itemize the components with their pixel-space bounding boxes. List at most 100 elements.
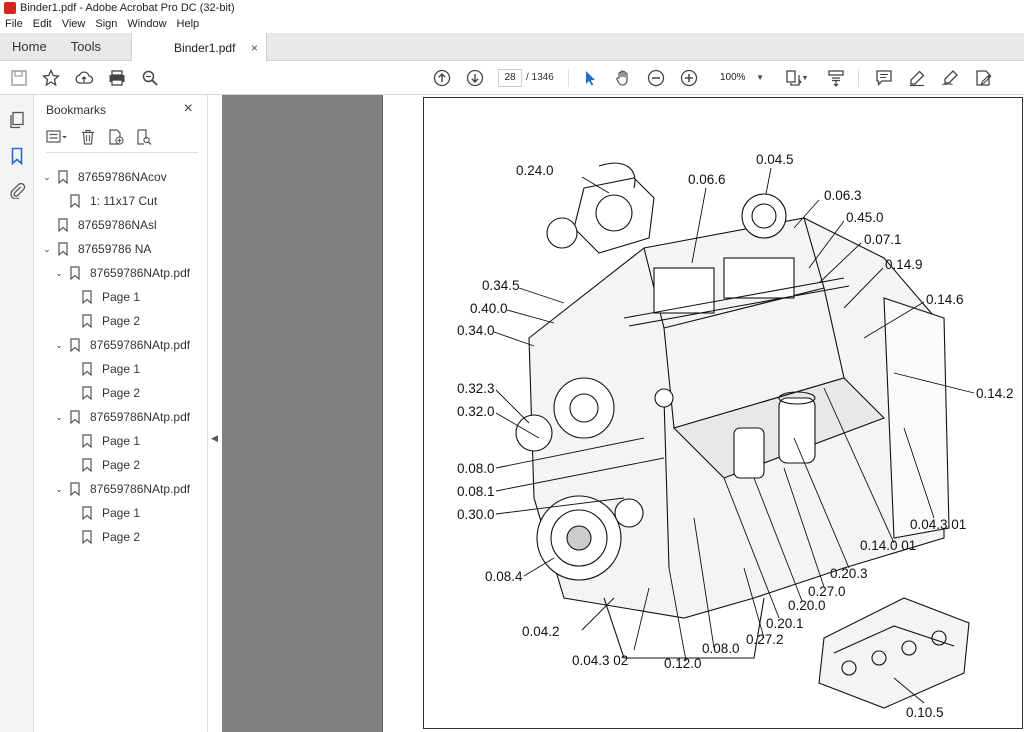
callout-label: 0.14.9 — [885, 257, 923, 272]
zoom-level-value: 100% — [720, 72, 746, 83]
zoom-level-select[interactable]: 100% ▼ — [712, 69, 768, 87]
bookmark-item[interactable]: Page 2 — [82, 455, 140, 475]
bookmark-label: Page 1 — [102, 290, 141, 304]
fill-sign-icon[interactable] — [973, 68, 993, 88]
bookmark-label: 1: 11x17 Cut — [90, 194, 158, 208]
callout-label: 0.04.2 — [522, 624, 560, 639]
find-zoom-icon[interactable] — [140, 68, 160, 88]
callout-label: 0.24.0 — [516, 163, 554, 178]
tab-document[interactable]: Binder1.pdf × — [131, 33, 268, 62]
toolbar-divider — [858, 69, 859, 87]
bookmark-item[interactable]: Page 2 — [82, 311, 140, 331]
menu-view[interactable]: View — [57, 16, 91, 33]
hand-tool-icon[interactable] — [613, 68, 633, 88]
callout-label: 0.10.5 — [906, 705, 944, 720]
bookmark-label: Page 1 — [102, 506, 141, 520]
bookmark-item[interactable]: Page 1 — [82, 287, 140, 307]
bookmark-icon — [58, 170, 68, 184]
bookmarks-icon[interactable] — [8, 147, 26, 166]
title-bar: Binder1.pdf - Adobe Acrobat Pro DC (32-b… — [0, 0, 1024, 16]
select-cursor-icon[interactable] — [580, 68, 600, 88]
delete-bookmark-icon[interactable] — [80, 129, 96, 150]
menu-bar: File Edit View Sign Window Help — [0, 16, 1024, 33]
bookmark-item[interactable]: Page 1 — [82, 503, 140, 523]
tab-close-icon[interactable]: × — [251, 41, 258, 55]
bookmark-item[interactable]: Page 2 — [82, 527, 140, 547]
cloud-upload-icon[interactable] — [74, 68, 94, 88]
callout-label: 0.30.0 — [457, 507, 495, 522]
bookmark-item[interactable]: 1: 11x17 Cut — [70, 191, 157, 211]
menu-help[interactable]: Help — [172, 16, 205, 33]
panel-collapse-strip[interactable]: ◀ — [208, 95, 222, 732]
callout-label: 0.32.0 — [457, 404, 495, 419]
bookmark-item[interactable]: ⌄ 87659786NAcov — [42, 167, 167, 187]
bookmark-label: 87659786NAsl — [78, 218, 157, 232]
pdf-page[interactable]: 0.24.0 0.06.6 0.04.5 0.06.3 0.45.0 0.07.… — [382, 95, 1024, 732]
bookmark-icon — [82, 314, 92, 328]
highlight-pen-icon[interactable] — [907, 68, 927, 88]
bookmark-item[interactable]: ⌄ 87659786NAtp.pdf — [54, 407, 190, 427]
callout-label: 0.20.3 — [830, 566, 868, 581]
close-icon[interactable]: × — [184, 100, 193, 118]
document-viewport[interactable]: 0.24.0 0.06.6 0.04.5 0.06.3 0.45.0 0.07.… — [222, 95, 1024, 732]
callout-label: 0.06.3 — [824, 188, 862, 203]
bookmark-item[interactable]: ⌄ 87659786NAtp.pdf — [54, 335, 190, 355]
bookmark-item[interactable]: ⌄ 87659786 NA — [42, 239, 151, 259]
page-number-input[interactable]: 28 — [498, 69, 522, 87]
page-thumbnails-icon[interactable] — [8, 111, 26, 129]
previous-page-icon[interactable] — [432, 68, 452, 88]
bookmark-label: 87659786NAtp.pdf — [90, 410, 191, 424]
callout-label: 0.08.4 — [485, 569, 523, 584]
tab-tools[interactable]: Tools — [59, 33, 113, 60]
find-bookmark-icon[interactable] — [136, 129, 152, 150]
attachments-icon[interactable] — [8, 181, 26, 200]
sign-pen-icon[interactable] — [940, 68, 960, 88]
bookmark-item[interactable]: Page 2 — [82, 383, 140, 403]
bookmark-item[interactable]: ⌄ 87659786NAtp.pdf — [54, 263, 190, 283]
bookmark-options-icon[interactable] — [46, 129, 68, 150]
chevron-down-icon[interactable]: ⌄ — [54, 268, 64, 279]
collapse-panel-icon[interactable]: ◀ — [211, 433, 218, 444]
chevron-down-icon[interactable]: ⌄ — [42, 244, 52, 255]
menu-file[interactable]: File — [0, 16, 28, 33]
bookmark-label: 87659786NAtp.pdf — [90, 338, 191, 352]
tab-home[interactable]: Home — [0, 33, 59, 60]
bookmark-item[interactable]: 87659786NAsl — [58, 215, 157, 235]
bookmark-label: 87659786NAcov — [78, 170, 167, 184]
comment-icon[interactable] — [874, 68, 894, 88]
print-icon[interactable] — [107, 68, 127, 88]
bookmark-icon — [58, 242, 68, 256]
save-icon[interactable] — [9, 68, 29, 88]
chevron-down-icon[interactable]: ▼ — [800, 68, 810, 88]
page-total: / 1346 — [526, 72, 554, 83]
callout-label: 0.20.1 — [766, 616, 804, 631]
bookmark-item[interactable]: Page 1 — [82, 431, 140, 451]
chevron-down-icon[interactable]: ⌄ — [54, 484, 64, 495]
chevron-down-icon[interactable]: ⌄ — [42, 172, 52, 183]
bookmark-icon — [82, 458, 92, 472]
bookmark-icon — [82, 530, 92, 544]
bookmarks-toolbar — [46, 129, 198, 153]
bookmark-item[interactable]: Page 1 — [82, 359, 140, 379]
zoom-in-icon[interactable] — [679, 68, 699, 88]
bookmark-icon — [82, 290, 92, 304]
callout-label: 0.08.0 — [457, 461, 495, 476]
new-bookmark-icon[interactable] — [108, 129, 124, 150]
menu-window[interactable]: Window — [122, 16, 171, 33]
toolbar-divider — [568, 69, 569, 87]
menu-sign[interactable]: Sign — [90, 16, 122, 33]
menu-edit[interactable]: Edit — [28, 16, 57, 33]
callout-label: 0.27.2 — [746, 632, 784, 647]
bookmark-icon — [82, 386, 92, 400]
callout-label: 0.14.0 01 — [860, 538, 916, 553]
bookmark-item[interactable]: ⌄ 87659786NAtp.pdf — [54, 479, 190, 499]
window-title: Binder1.pdf - Adobe Acrobat Pro DC (32-b… — [20, 2, 235, 14]
scrolling-mode-icon[interactable] — [826, 68, 846, 88]
bookmark-icon — [70, 410, 80, 424]
bookmark-label: 87659786NAtp.pdf — [90, 482, 191, 496]
chevron-down-icon[interactable]: ⌄ — [54, 412, 64, 423]
star-icon[interactable] — [41, 68, 61, 88]
chevron-down-icon[interactable]: ⌄ — [54, 340, 64, 351]
zoom-out-icon[interactable] — [646, 68, 666, 88]
next-page-icon[interactable] — [465, 68, 485, 88]
